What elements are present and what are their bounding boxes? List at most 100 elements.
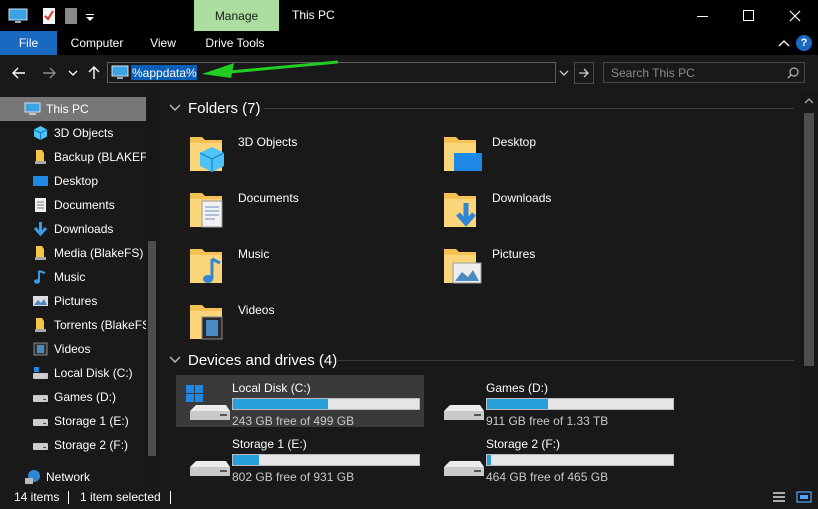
folder-pictures[interactable]: Pictures: [420, 239, 668, 291]
properties-icon[interactable]: [42, 7, 56, 25]
pc-icon: [111, 65, 129, 79]
content-scrollbar[interactable]: [800, 93, 818, 486]
nav-scrollbar-thumb[interactable]: [148, 241, 156, 456]
help-icon: ?: [800, 37, 808, 49]
sidebar-item-backup[interactable]: Backup (BLAKEF: [0, 145, 146, 169]
arrow-left-icon: [12, 67, 25, 79]
drive-name: Games (D:): [486, 381, 549, 395]
sidebar-item-music[interactable]: Music: [0, 265, 146, 289]
sidebar-item-pictures[interactable]: Pictures: [0, 289, 146, 313]
tab-manage[interactable]: Manage: [194, 0, 279, 31]
sidebar-item-label: Music: [54, 270, 86, 284]
nav-scrollbar[interactable]: [146, 93, 158, 486]
customize-toolbar-icon[interactable]: [84, 7, 96, 25]
network-icon: [25, 470, 40, 484]
drive-free-space: 243 GB free of 499 GB: [232, 414, 355, 428]
download-icon: [33, 222, 48, 237]
sidebar-item-label: Documents: [54, 198, 115, 212]
sidebar-item-label: Storage 2 (F:): [54, 438, 129, 452]
content-pane: Folders (7) 3D Objects Desktop Documents…: [160, 93, 800, 486]
chevron-up-icon[interactable]: [778, 39, 790, 49]
close-button[interactable]: [772, 0, 818, 31]
sidebar-item-downloads[interactable]: Downloads: [0, 217, 146, 241]
folder-documents[interactable]: Documents: [166, 183, 414, 235]
sidebar-item-games-d[interactable]: Games (D:): [0, 385, 146, 409]
sidebar-item-videos[interactable]: Videos: [0, 337, 146, 361]
sidebar-item-storage-2-f[interactable]: Storage 2 (F:): [0, 433, 146, 457]
maximize-button[interactable]: [726, 0, 772, 31]
drive-games-d[interactable]: Games (D:) 911 GB free of 1.33 TB: [430, 375, 678, 428]
tab-drive-tools[interactable]: Drive Tools: [196, 31, 274, 55]
back-button[interactable]: [10, 63, 28, 83]
folder-name: Pictures: [492, 247, 536, 261]
search-input[interactable]: [611, 65, 781, 80]
folder-downloads[interactable]: Downloads: [420, 183, 668, 235]
sidebar-item-network[interactable]: Network: [0, 465, 146, 486]
drive-usage-bar: [486, 454, 674, 466]
tab-file[interactable]: File: [0, 31, 57, 55]
drive-icon: [444, 405, 484, 420]
help-button[interactable]: ?: [796, 35, 812, 51]
minimize-button[interactable]: [680, 0, 726, 31]
sidebar-item-this-pc[interactable]: This PC: [0, 97, 146, 121]
folder-name: 3D Objects: [238, 135, 298, 149]
sidebar-item-label: Backup (BLAKEF: [54, 150, 146, 164]
group-header-drives[interactable]: Devices and drives (4): [168, 349, 337, 371]
sidebar-item-local-disk-c[interactable]: Local Disk (C:): [0, 361, 146, 385]
group-divider: [336, 360, 794, 361]
sidebar-item-media[interactable]: Media (BlakeFS): [0, 241, 146, 265]
drive-usage-fill: [487, 399, 549, 409]
sidebar-item-storage-1-e[interactable]: Storage 1 (E:): [0, 409, 146, 433]
drive-storage-2-f[interactable]: Storage 2 (F:) 464 GB free of 465 GB: [430, 431, 678, 484]
drive-icon: [444, 461, 484, 476]
forward-button[interactable]: [40, 63, 58, 83]
sidebar-item-label: This PC: [46, 102, 89, 116]
sidebar-item-label: Pictures: [54, 294, 98, 308]
document-icon: [190, 193, 223, 228]
sidebar-item-label: Storage 1 (E:): [54, 414, 129, 428]
drive-usage-fill: [233, 399, 328, 409]
chevron-down-icon: [68, 70, 78, 76]
drive-usage-bar: [232, 398, 420, 410]
details-view-icon[interactable]: [772, 491, 786, 503]
drive-free-space: 464 GB free of 465 GB: [486, 470, 609, 484]
folder-music[interactable]: Music: [166, 239, 414, 291]
address-input[interactable]: [132, 65, 432, 80]
drive-usage-fill: [487, 455, 491, 465]
large-icons-view-icon[interactable]: [796, 491, 812, 503]
content-scrollbar-thumb[interactable]: [804, 113, 814, 366]
music-icon: [190, 249, 222, 283]
address-bar[interactable]: [107, 62, 556, 83]
drive-local-disk-c[interactable]: Local Disk (C:) 243 GB free of 499 GB: [176, 375, 424, 428]
drive-name: Local Disk (C:): [232, 381, 311, 395]
sidebar-item-label: Network: [46, 470, 91, 484]
status-selection: 1 item selected: [80, 490, 161, 504]
sidebar-item-documents[interactable]: Documents: [0, 193, 146, 217]
sidebar-item-label: Media (BlakeFS): [54, 246, 144, 260]
sidebar-item-desktop[interactable]: Desktop: [0, 169, 146, 193]
drive-usage-bar: [486, 398, 674, 410]
network-folder-icon: [35, 246, 46, 260]
recent-locations-button[interactable]: [66, 63, 80, 83]
status-divider: [68, 491, 69, 504]
up-button[interactable]: [85, 63, 103, 83]
network-folder-icon: [35, 318, 46, 332]
tab-computer[interactable]: Computer: [62, 31, 132, 55]
scroll-up-icon[interactable]: [804, 97, 814, 105]
sidebar-item-3d-objects[interactable]: 3D Objects: [0, 121, 146, 145]
drive-storage-1-e[interactable]: Storage 1 (E:) 802 GB free of 931 GB: [176, 431, 424, 484]
folder-name: Desktop: [492, 135, 537, 149]
sidebar-item-torrents[interactable]: Torrents (BlakeFS: [0, 313, 146, 337]
search-icon[interactable]: [787, 67, 799, 79]
tab-view[interactable]: View: [140, 31, 186, 55]
folder-videos[interactable]: Videos: [166, 295, 414, 347]
address-history-button[interactable]: [557, 63, 571, 83]
search-box[interactable]: [603, 62, 805, 83]
group-header-folders[interactable]: Folders (7): [168, 97, 261, 119]
pc-icon[interactable]: [8, 7, 28, 25]
folder-desktop[interactable]: Desktop: [420, 127, 668, 179]
go-button[interactable]: [574, 62, 594, 84]
new-folder-icon[interactable]: [64, 7, 78, 25]
folder-3d-objects[interactable]: 3D Objects: [166, 127, 414, 179]
drive-free-space: 802 GB free of 931 GB: [232, 470, 355, 484]
